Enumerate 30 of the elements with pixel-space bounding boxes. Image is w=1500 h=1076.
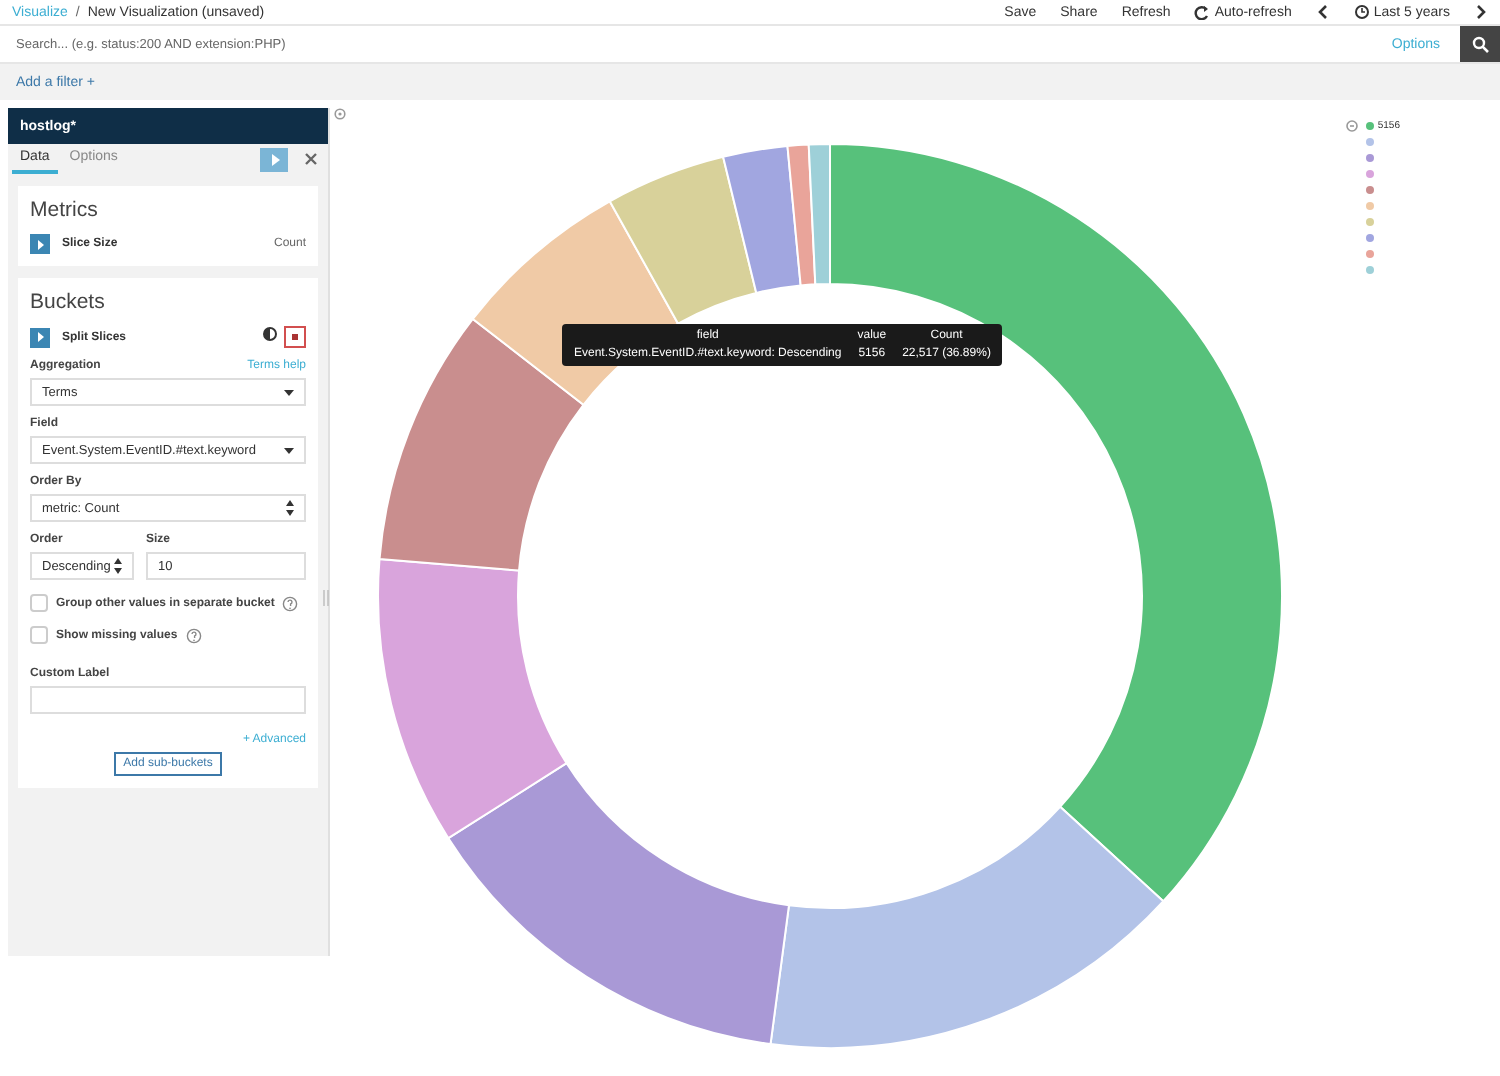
help-icon[interactable] (185, 627, 202, 643)
collapse-toggle[interactable] (30, 327, 50, 347)
settings-icon[interactable] (334, 108, 346, 120)
clock-icon (1353, 4, 1370, 20)
sort-icon (114, 558, 122, 574)
play-icon (267, 151, 281, 167)
caret-icon (34, 237, 46, 251)
remove-button[interactable] (284, 326, 306, 348)
caret-icon (284, 447, 294, 453)
resize-handle-icon[interactable] (322, 590, 330, 606)
sort-icon (286, 500, 294, 516)
search-icon (1471, 35, 1489, 53)
caret-icon (284, 389, 294, 395)
previous-icon[interactable] (1315, 4, 1330, 20)
caret-icon (34, 330, 46, 344)
section-title: Metrics (30, 198, 100, 222)
next-icon[interactable] (1474, 4, 1488, 20)
checkbox[interactable] (30, 594, 48, 612)
apply-button[interactable] (260, 147, 288, 171)
legend-toggle-icon[interactable] (1345, 120, 1358, 132)
close-icon (303, 152, 317, 166)
search-button[interactable] (1460, 26, 1500, 62)
collapse-toggle[interactable] (30, 234, 50, 254)
section-title: Buckets (30, 290, 107, 314)
checkbox[interactable] (30, 626, 48, 644)
remove-icon (290, 332, 300, 342)
refresh-icon[interactable] (1194, 4, 1211, 20)
toggle-icon[interactable] (262, 326, 278, 342)
custom-label-field[interactable] (30, 686, 306, 714)
help-icon[interactable] (282, 595, 299, 611)
